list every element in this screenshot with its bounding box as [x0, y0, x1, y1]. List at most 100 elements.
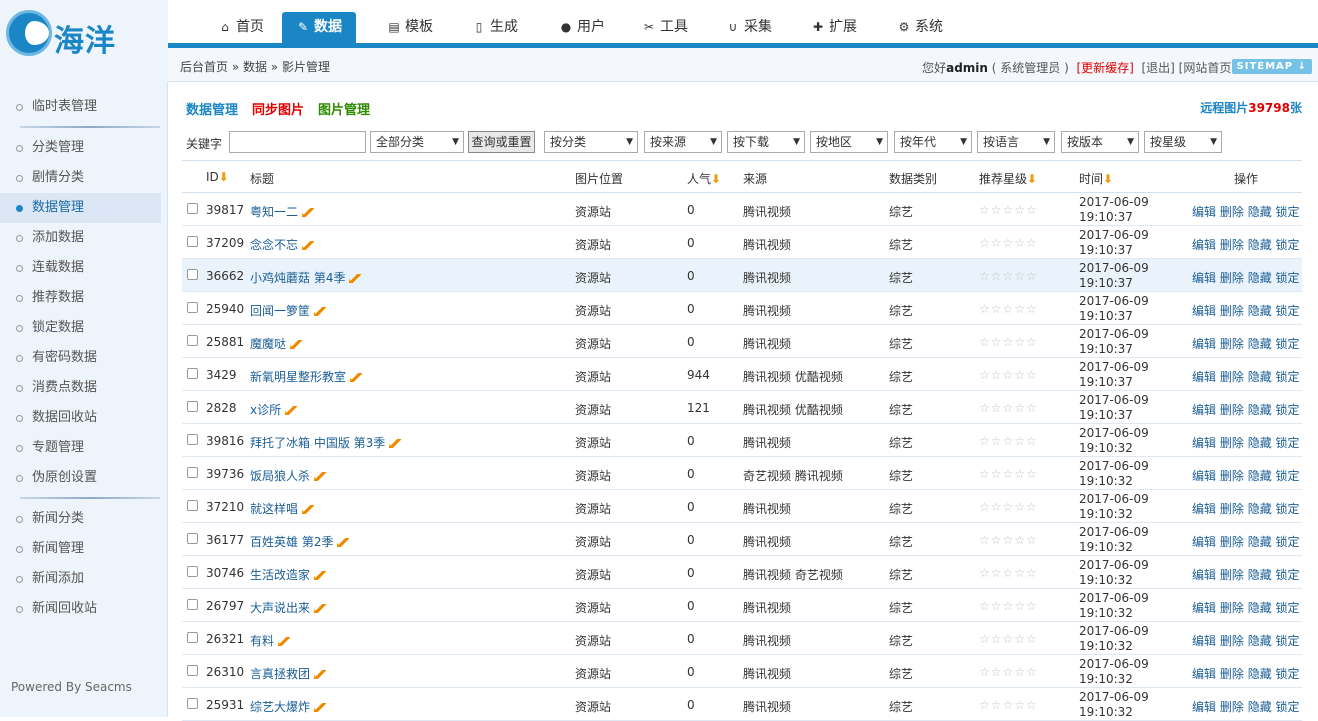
edit-link[interactable]: 编辑 — [1192, 337, 1216, 351]
hide-link[interactable]: 隐藏 — [1248, 634, 1272, 648]
lock-link[interactable]: 锁定 — [1276, 370, 1300, 384]
star-rating-icon[interactable]: ☆☆☆☆☆ — [979, 335, 1038, 349]
nav-item-1[interactable]: ✎ 数据 — [282, 12, 356, 43]
query-reset-button[interactable]: 查询或重置 — [468, 131, 535, 153]
row-title[interactable]: 回闻一箩筐 — [250, 304, 310, 318]
hide-link[interactable]: 隐藏 — [1248, 271, 1272, 285]
sidebar-item[interactable]: 新闻回收站 — [0, 594, 161, 624]
delete-link[interactable]: 删除 — [1220, 700, 1244, 714]
sidebar-item[interactable]: 专题管理 — [0, 433, 161, 463]
star-rating-icon[interactable]: ☆☆☆☆☆ — [979, 632, 1038, 646]
edit-link[interactable]: 编辑 — [1192, 370, 1216, 384]
row-checkbox[interactable] — [187, 302, 198, 313]
edit-link[interactable]: 编辑 — [1192, 304, 1216, 318]
filter-select-0[interactable]: 按分类 — [544, 131, 638, 153]
lock-link[interactable]: 锁定 — [1276, 304, 1300, 318]
col-id[interactable]: ID⬇ — [206, 170, 229, 184]
row-title[interactable]: 有料 — [250, 634, 274, 648]
delete-link[interactable]: 删除 — [1220, 535, 1244, 549]
star-rating-icon[interactable]: ☆☆☆☆☆ — [979, 566, 1038, 580]
row-title[interactable]: 魔魔哒 — [250, 337, 286, 351]
delete-link[interactable]: 删除 — [1220, 634, 1244, 648]
logo[interactable]: 海洋 — [6, 10, 156, 60]
edit-link[interactable]: 编辑 — [1192, 436, 1216, 450]
filter-select-2[interactable]: 按下载 — [727, 131, 805, 153]
sidebar-item[interactable]: 数据回收站 — [0, 403, 161, 433]
delete-link[interactable]: 删除 — [1220, 304, 1244, 318]
row-checkbox[interactable] — [187, 500, 198, 511]
nav-item-4[interactable]: ● 用户 — [545, 12, 619, 43]
delete-link[interactable]: 删除 — [1220, 568, 1244, 582]
filter-select-3[interactable]: 按地区 — [810, 131, 888, 153]
filter-select-1[interactable]: 按来源 — [644, 131, 722, 153]
sidebar-item[interactable]: 伪原创设置 — [0, 463, 161, 493]
hide-link[interactable]: 隐藏 — [1248, 436, 1272, 450]
filter-select-4[interactable]: 按年代 — [894, 131, 972, 153]
star-rating-icon[interactable]: ☆☆☆☆☆ — [979, 533, 1038, 547]
tab-0[interactable]: 数据管理 — [186, 103, 238, 118]
row-checkbox[interactable] — [187, 566, 198, 577]
hide-link[interactable]: 隐藏 — [1248, 535, 1272, 549]
hide-link[interactable]: 隐藏 — [1248, 238, 1272, 252]
delete-link[interactable]: 删除 — [1220, 238, 1244, 252]
edit-link[interactable]: 编辑 — [1192, 700, 1216, 714]
edit-link[interactable]: 编辑 — [1192, 469, 1216, 483]
sidebar-item[interactable]: 新闻添加 — [0, 564, 161, 594]
star-rating-icon[interactable]: ☆☆☆☆☆ — [979, 203, 1038, 217]
lock-link[interactable]: 锁定 — [1276, 601, 1300, 615]
hide-link[interactable]: 隐藏 — [1248, 403, 1272, 417]
refresh-cache-link[interactable]: [更新缓存] — [1076, 61, 1133, 75]
nav-item-6[interactable]: ∪ 采集 — [712, 12, 786, 43]
row-title[interactable]: 念念不忘 — [250, 238, 298, 252]
hide-link[interactable]: 隐藏 — [1248, 502, 1272, 516]
row-title[interactable]: 新氧明星整形教室 — [250, 370, 346, 384]
sidebar-item[interactable]: 推荐数据 — [0, 283, 161, 313]
delete-link[interactable]: 删除 — [1220, 403, 1244, 417]
nav-item-5[interactable]: ✂ 工具 — [628, 12, 702, 43]
star-rating-icon[interactable]: ☆☆☆☆☆ — [979, 665, 1038, 679]
row-checkbox[interactable] — [187, 632, 198, 643]
star-rating-icon[interactable]: ☆☆☆☆☆ — [979, 467, 1038, 481]
sidebar-item[interactable]: 剧情分类 — [0, 163, 161, 193]
row-title[interactable]: 大声说出来 — [250, 601, 310, 615]
row-title[interactable]: 生活改造家 — [250, 568, 310, 582]
tab-2[interactable]: 图片管理 — [318, 103, 370, 118]
lock-link[interactable]: 锁定 — [1276, 205, 1300, 219]
row-checkbox[interactable] — [187, 335, 198, 346]
sidebar-item[interactable]: 消费点数据 — [0, 373, 161, 403]
hide-link[interactable]: 隐藏 — [1248, 601, 1272, 615]
category-select[interactable]: 全部分类 — [370, 131, 464, 153]
hide-link[interactable]: 隐藏 — [1248, 205, 1272, 219]
lock-link[interactable]: 锁定 — [1276, 502, 1300, 516]
row-title[interactable]: 百姓英雄 第2季 — [250, 535, 333, 549]
star-rating-icon[interactable]: ☆☆☆☆☆ — [979, 368, 1038, 382]
tab-1[interactable]: 同步图片 — [252, 103, 304, 118]
hide-link[interactable]: 隐藏 — [1248, 700, 1272, 714]
delete-link[interactable]: 删除 — [1220, 502, 1244, 516]
delete-link[interactable]: 删除 — [1220, 271, 1244, 285]
lock-link[interactable]: 锁定 — [1276, 238, 1300, 252]
sitemap-button[interactable]: SITEMAP ↓ — [1231, 59, 1312, 74]
hide-link[interactable]: 隐藏 — [1248, 568, 1272, 582]
hide-link[interactable]: 隐藏 — [1248, 469, 1272, 483]
row-checkbox[interactable] — [187, 401, 198, 412]
row-checkbox[interactable] — [187, 236, 198, 247]
delete-link[interactable]: 删除 — [1220, 205, 1244, 219]
row-checkbox[interactable] — [187, 203, 198, 214]
star-rating-icon[interactable]: ☆☆☆☆☆ — [979, 434, 1038, 448]
row-title[interactable]: 综艺大爆炸 — [250, 700, 310, 714]
hide-link[interactable]: 隐藏 — [1248, 337, 1272, 351]
lock-link[interactable]: 锁定 — [1276, 568, 1300, 582]
sidebar-item[interactable]: 有密码数据 — [0, 343, 161, 373]
delete-link[interactable]: 删除 — [1220, 436, 1244, 450]
star-rating-icon[interactable]: ☆☆☆☆☆ — [979, 269, 1038, 283]
col-star[interactable]: 推荐星级⬇ — [979, 170, 1037, 187]
sidebar-item[interactable]: 数据管理 — [0, 193, 161, 223]
star-rating-icon[interactable]: ☆☆☆☆☆ — [979, 500, 1038, 514]
edit-link[interactable]: 编辑 — [1192, 667, 1216, 681]
edit-link[interactable]: 编辑 — [1192, 271, 1216, 285]
row-checkbox[interactable] — [187, 599, 198, 610]
edit-link[interactable]: 编辑 — [1192, 205, 1216, 219]
row-checkbox[interactable] — [187, 665, 198, 676]
lock-link[interactable]: 锁定 — [1276, 271, 1300, 285]
